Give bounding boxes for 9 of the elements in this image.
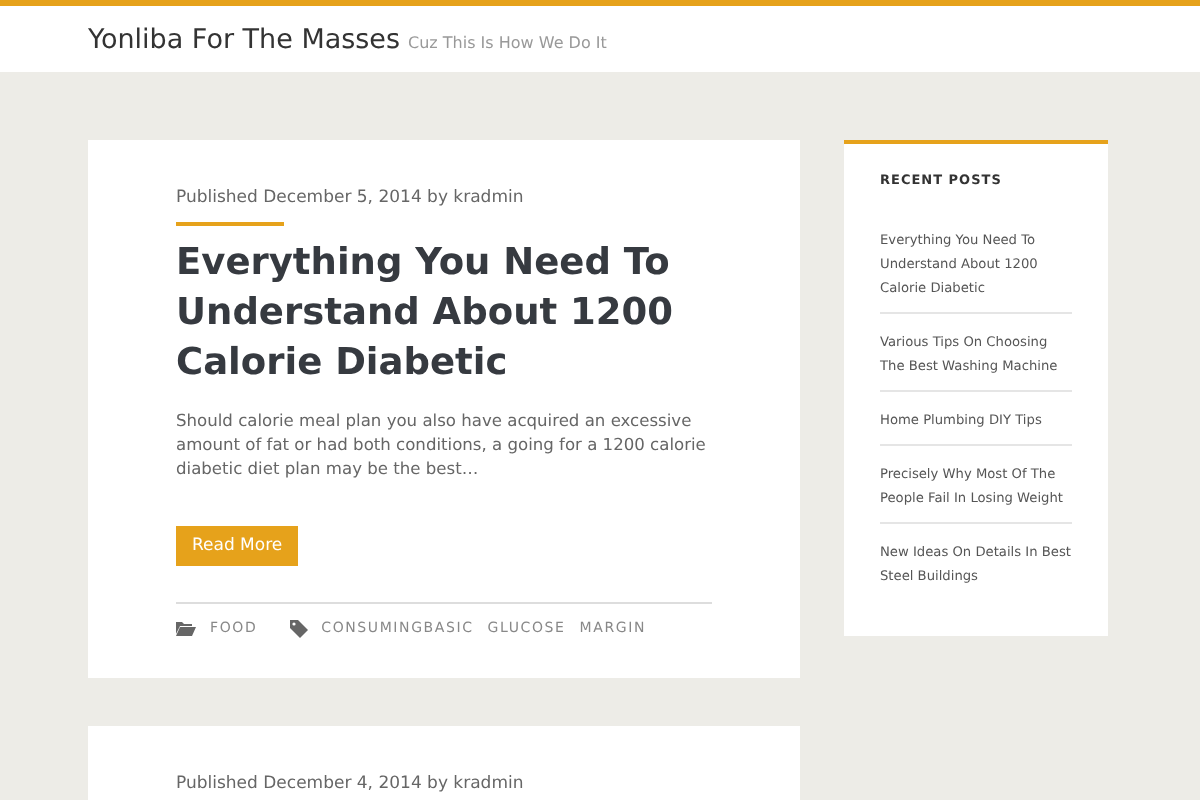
post-meta: Published December 4, 2014 by kradmin — [176, 773, 524, 793]
site-tagline: Cuz This Is How We Do It — [408, 34, 607, 52]
folder-icon — [176, 620, 196, 636]
post-title-link[interactable]: Everything You Need To Understand About 1200 Calorie Diabetic — [176, 237, 716, 387]
post-excerpt: Should calorie meal plan you also have acquired an excessive amount of fat or had both conditions, a going for a 1200 calorie diabetic diet plan may be the best… — [176, 407, 708, 479]
site-title[interactable]: Yonliba For The Masses — [88, 24, 401, 56]
post-meta: Published December 5, 2014 by kradmin — [176, 188, 524, 208]
tag-icon — [289, 619, 308, 637]
accent-rule — [176, 222, 284, 225]
